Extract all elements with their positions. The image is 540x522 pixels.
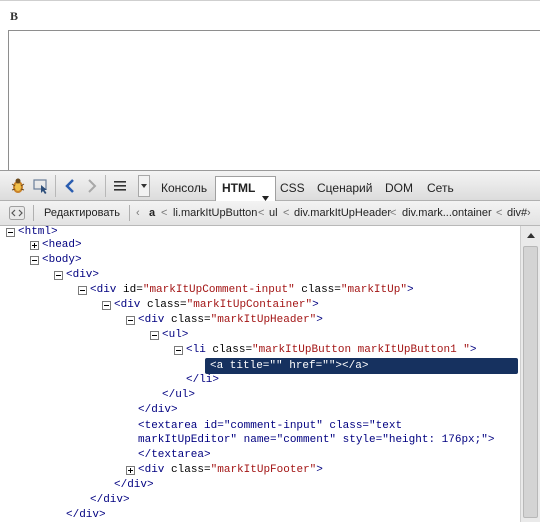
breadcrumb-separator: < [283, 207, 290, 219]
comment-textarea[interactable] [8, 30, 540, 170]
toolbar-divider [55, 175, 56, 197]
tab-script[interactable]: Сценарий [311, 177, 378, 199]
breadcrumb-separator: < [161, 207, 168, 219]
tag-name: <div [138, 314, 165, 326]
breadcrumb-separator: < [258, 207, 265, 219]
tree-node[interactable]: </div> [90, 493, 130, 508]
tag-close: > [469, 344, 477, 356]
breadcrumb-separator: ‹ [136, 207, 140, 219]
breadcrumb-item[interactable]: li.markItUpButton [173, 201, 257, 225]
tree-node[interactable]: <head> [42, 238, 82, 253]
tree-node[interactable]: <li class="markItUpButton markItUpButton… [186, 343, 477, 358]
tree-node[interactable]: <ul> [162, 328, 188, 343]
firebug-toolbar: Консоль HTML CSS Сценарий DOM Сеть [0, 170, 540, 201]
dropdown-arrow-icon[interactable] [138, 175, 150, 197]
editor-area: B [0, 0, 540, 170]
tree-node[interactable]: <textarea id="comment-input" class="text [138, 419, 402, 434]
edit-button[interactable]: Редактировать [44, 201, 120, 225]
chevron-right-icon[interactable]: › [527, 201, 531, 225]
collapse-toggle[interactable] [78, 286, 87, 295]
selected-node-text: <a title="" href=""></a> [210, 360, 369, 372]
attr-name: class [301, 284, 335, 296]
tab-html-label: HTML [222, 181, 256, 195]
tag-name: <div [114, 299, 141, 311]
tab-css[interactable]: CSS [274, 177, 311, 199]
attr-name: class [171, 464, 205, 476]
tree-node[interactable]: </div> [66, 508, 106, 522]
collapse-toggle[interactable] [54, 271, 63, 280]
inspect-icon[interactable] [31, 176, 51, 196]
breadcrumb-separator: < [496, 207, 503, 219]
attr-value: markItUpContainer [193, 299, 306, 311]
tree-node[interactable]: <div class="markItUpFooter"> [138, 463, 323, 478]
tree-node[interactable]: <div class="markItUpContainer"> [114, 298, 319, 313]
attr-value: markItUpFooter [217, 464, 310, 476]
expand-toggle[interactable] [126, 466, 135, 475]
divider [0, 0, 540, 1]
divider [33, 205, 34, 221]
collapse-toggle[interactable] [150, 331, 159, 340]
collapse-toggle[interactable] [174, 346, 183, 355]
forward-icon[interactable] [82, 176, 102, 196]
tree-node[interactable]: </textarea> [138, 448, 211, 463]
panel-menu-icon[interactable] [110, 176, 130, 196]
tree-node[interactable]: </ul> [162, 388, 195, 403]
scrollbar-thumb[interactable] [523, 246, 538, 518]
attr-value: markItUpButton markItUpButton1 [258, 344, 464, 356]
collapse-toggle[interactable] [6, 228, 15, 237]
html-tree: <html> <head> <body> <div> <div id="mark… [0, 226, 520, 522]
toolbar-divider [105, 175, 106, 197]
tree-node[interactable]: <div id="markItUpComment-input" class="m… [90, 283, 414, 298]
breadcrumb-item[interactable]: div.mark...ontainer [402, 201, 492, 225]
bold-button[interactable]: B [10, 9, 18, 24]
tab-dom[interactable]: DOM [379, 177, 419, 199]
tag-close: > [312, 299, 319, 311]
code-view-icon[interactable] [9, 201, 25, 225]
tab-console[interactable]: Консоль [155, 177, 213, 199]
tag-name: <li [186, 344, 206, 356]
attr-name: id [123, 284, 137, 296]
collapse-toggle[interactable] [30, 256, 39, 265]
tag-close: > [316, 314, 323, 326]
tree-node[interactable]: </div> [138, 403, 178, 418]
tab-html[interactable]: HTML [215, 176, 277, 201]
tree-node[interactable]: </li> [186, 373, 219, 388]
tag-name: <div [138, 464, 165, 476]
breadcrumb: Редактировать ‹ a < li.markItUpButton < … [0, 201, 540, 226]
tree-node[interactable]: <div> [66, 268, 99, 283]
tab-net[interactable]: Сеть [421, 177, 460, 199]
expand-toggle[interactable] [30, 241, 39, 250]
tag-text: markItUpEditor" name="comment" style="he… [138, 434, 495, 446]
attr-value: markItUpComment-input [149, 284, 289, 296]
tag-close: > [316, 464, 323, 476]
tree-node[interactable]: </div> [114, 478, 154, 493]
breadcrumb-item[interactable]: ul [269, 201, 278, 225]
tree-node[interactable]: <div class="markItUpHeader"> [138, 313, 323, 328]
divider [129, 205, 130, 221]
breadcrumb-item[interactable]: div.markItUpHeader [294, 201, 391, 225]
firebug-icon[interactable] [8, 176, 28, 196]
attr-name: class [147, 299, 181, 311]
collapse-toggle[interactable] [102, 301, 111, 310]
scroll-up-icon[interactable] [523, 228, 538, 243]
tag-name: <div [90, 284, 117, 296]
attr-value: markItUp [347, 284, 401, 296]
attr-name: class [171, 314, 205, 326]
back-icon[interactable] [60, 176, 80, 196]
tree-node[interactable]: <body> [42, 253, 82, 268]
tag-text: <textarea id="comment-input" class="text [138, 420, 403, 432]
breadcrumb-item[interactable]: a [149, 201, 155, 225]
breadcrumb-item[interactable]: div# [507, 201, 527, 225]
attr-value: markItUpHeader [217, 314, 310, 326]
attr-name: class [212, 344, 246, 356]
breadcrumb-separator: < [390, 207, 397, 219]
tag-close: > [406, 284, 414, 296]
tree-node-continuation[interactable]: markItUpEditor" name="comment" style="he… [138, 433, 494, 448]
collapse-toggle[interactable] [126, 316, 135, 325]
vertical-scrollbar[interactable] [520, 226, 540, 522]
